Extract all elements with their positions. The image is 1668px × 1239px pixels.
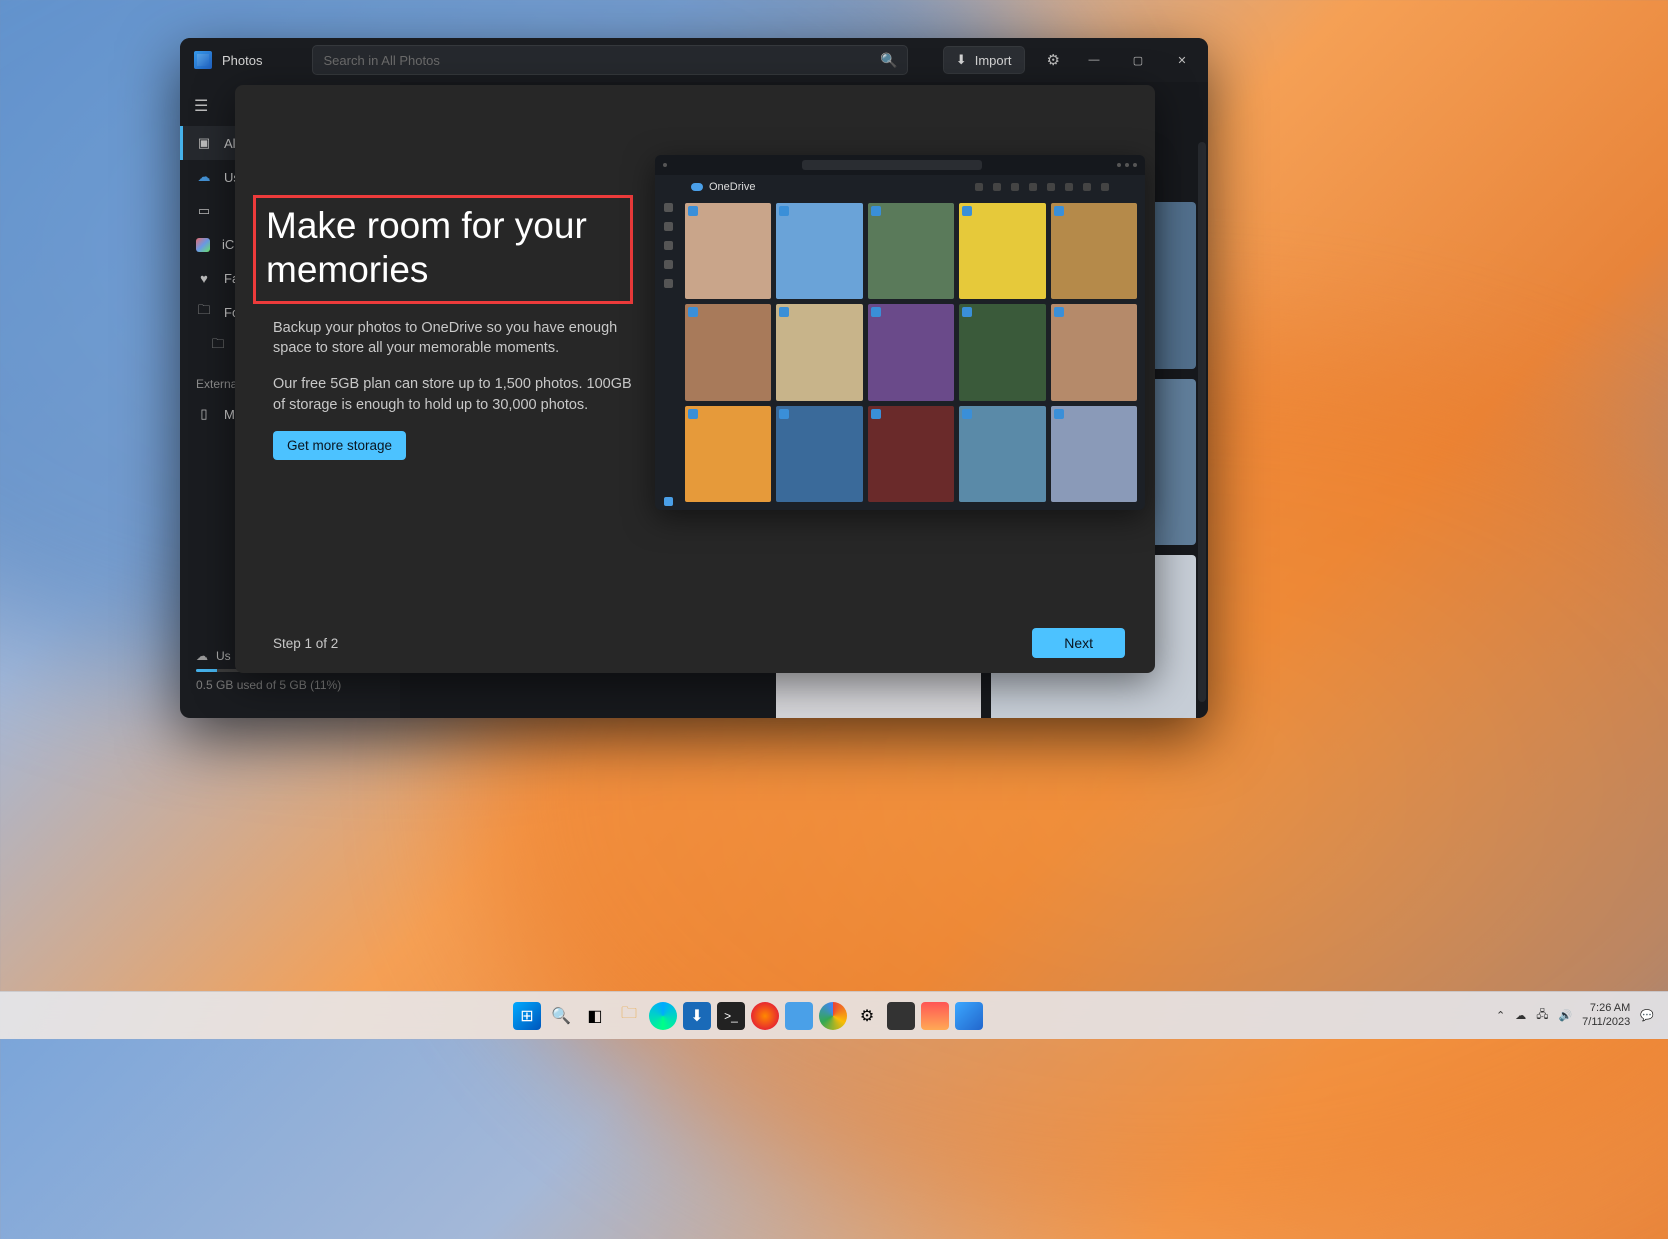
phone-icon: ▯	[196, 406, 212, 422]
highlighted-region: Make room for your memories	[253, 195, 633, 304]
next-button[interactable]: Next	[1032, 628, 1125, 658]
file-explorer-icon[interactable]: 🗀	[615, 1002, 643, 1030]
maximize-button[interactable]: ▢	[1116, 38, 1160, 82]
notepad-icon[interactable]	[785, 1002, 813, 1030]
dialog-text-2: Our free 5GB plan can store up to 1,500 …	[273, 374, 633, 415]
cloud-icon: ☁	[196, 649, 208, 663]
onedrive-icon	[691, 183, 703, 191]
close-button[interactable]: ✕	[1160, 38, 1204, 82]
get-more-storage-button[interactable]: Get more storage	[273, 431, 406, 460]
search-input[interactable]	[323, 53, 880, 68]
preview-thumb	[959, 304, 1045, 400]
app-title: Photos	[222, 53, 262, 68]
dialog-text-1: Backup your photos to OneDrive so you ha…	[273, 318, 633, 359]
onedrive-promo-dialog: Make room for your memories Backup your …	[235, 85, 1155, 673]
time-text: 7:26 AM	[1582, 1002, 1630, 1015]
app-icon[interactable]	[921, 1002, 949, 1030]
preview-thumb	[776, 203, 862, 299]
storage-title: Us	[216, 649, 231, 663]
photos-taskbar-icon[interactable]	[955, 1002, 983, 1030]
import-button[interactable]: ⬇ Import	[943, 46, 1025, 74]
preview-thumb	[959, 406, 1045, 502]
terminal-icon[interactable]: >_	[717, 1002, 745, 1030]
network-icon[interactable]: 🖧	[1536, 1006, 1548, 1025]
onedrive-tray-icon[interactable]: ☁	[1515, 1009, 1526, 1022]
settings-icon[interactable]: ⚙	[853, 1002, 881, 1030]
titlebar: Photos 🔍 ⬇ Import ⚙ — ▢ ✕	[180, 38, 1208, 82]
notifications-icon[interactable]: 💬	[1640, 1009, 1654, 1022]
step-indicator: Step 1 of 2	[273, 636, 338, 651]
search-box[interactable]: 🔍	[312, 45, 908, 75]
clock[interactable]: 7:26 AM 7/11/2023	[1582, 1002, 1630, 1028]
settings-icon[interactable]: ⚙	[1047, 51, 1060, 69]
preview-thumb	[685, 304, 771, 400]
photos-app-icon	[194, 51, 212, 69]
dialog-title: Make room for your memories	[266, 204, 620, 293]
edge-icon[interactable]	[649, 1002, 677, 1030]
firefox-icon[interactable]	[751, 1002, 779, 1030]
preview-thumb	[868, 304, 954, 400]
preview-thumb	[776, 304, 862, 400]
task-view-icon[interactable]: ◧	[581, 1002, 609, 1030]
preview-thumb	[868, 406, 954, 502]
chrome-icon[interactable]	[819, 1002, 847, 1030]
taskbar-search-icon[interactable]: 🔍	[547, 1002, 575, 1030]
preview-thumb	[1051, 304, 1137, 400]
store-icon[interactable]: ⬇	[683, 1002, 711, 1030]
import-icon: ⬇	[956, 52, 967, 68]
start-button[interactable]: ⊞	[513, 1002, 541, 1030]
preview-thumb	[868, 203, 954, 299]
system-tray[interactable]: ⌃ ☁ 🖧 🔊 7:26 AM 7/11/2023 💬	[1496, 1002, 1668, 1028]
memory-icon: ▭	[196, 203, 212, 219]
preview-thumb	[685, 406, 771, 502]
preview-thumb	[1051, 406, 1137, 502]
folder-icon: 🗀	[210, 338, 226, 354]
folder-icon: 🗀	[196, 304, 212, 320]
scrollbar[interactable]	[1198, 142, 1206, 702]
search-icon[interactable]: 🔍	[880, 52, 897, 69]
storage-text: 0.5 GB used of 5 GB (11%)	[196, 678, 384, 692]
onedrive-preview-image: OneDrive	[655, 155, 1145, 510]
hamburger-icon[interactable]: ☰	[194, 96, 214, 116]
preview-thumb	[776, 406, 862, 502]
heart-icon: ♥	[196, 270, 212, 286]
import-label: Import	[975, 53, 1012, 68]
volume-icon[interactable]: 🔊	[1558, 1009, 1572, 1022]
chevron-up-icon[interactable]: ⌃	[1496, 1009, 1505, 1022]
preview-thumb	[959, 203, 1045, 299]
minimize-button[interactable]: —	[1072, 38, 1116, 82]
icloud-icon	[196, 238, 210, 252]
windows-taskbar: ⊞ 🔍 ◧ 🗀 ⬇ >_ ⚙ ⌃ ☁ 🖧 🔊 7:26 AM 7/11/2023…	[0, 991, 1668, 1039]
app-icon[interactable]	[887, 1002, 915, 1030]
preview-thumb	[685, 203, 771, 299]
cloud-icon: ☁	[196, 169, 212, 185]
image-icon: ▣	[196, 135, 212, 151]
onedrive-label: OneDrive	[709, 181, 755, 193]
date-text: 7/11/2023	[1582, 1016, 1630, 1029]
preview-thumb	[1051, 203, 1137, 299]
